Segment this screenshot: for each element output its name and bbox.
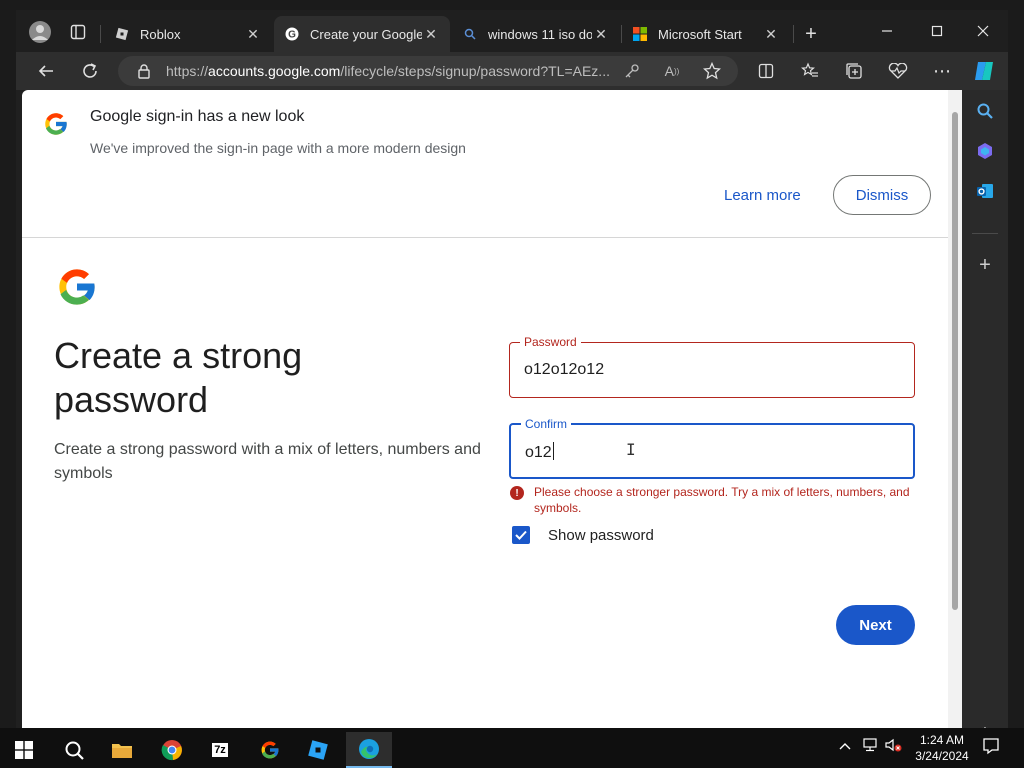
more-icon[interactable]: ⋯ bbox=[928, 57, 956, 85]
page-viewport: Google sign-in has a new look We've impr… bbox=[22, 90, 962, 730]
roblox-studio-icon[interactable] bbox=[300, 732, 336, 768]
page-title: Create a strong password bbox=[54, 335, 303, 420]
tab-windows-iso[interactable]: windows 11 iso dow ✕ bbox=[452, 16, 620, 52]
file-explorer-icon[interactable] bbox=[104, 732, 140, 768]
roblox-favicon-icon bbox=[114, 26, 130, 42]
learn-more-link[interactable]: Learn more bbox=[724, 187, 801, 204]
clock-time: 1:24 AM bbox=[919, 733, 965, 747]
scrollbar[interactable] bbox=[948, 90, 962, 730]
google-logo-icon bbox=[42, 110, 70, 143]
taskbar: 7z 1:24 AM 3/24/2024 bbox=[0, 728, 1024, 768]
ibeam-cursor-icon: I bbox=[626, 440, 636, 459]
network-icon[interactable] bbox=[862, 738, 880, 755]
tab-create-google[interactable]: G Create your Google ✕ bbox=[274, 16, 450, 52]
google-app-icon[interactable] bbox=[252, 732, 288, 768]
read-aloud-icon[interactable]: A)) bbox=[658, 57, 686, 85]
close-tab-icon[interactable]: ✕ bbox=[592, 26, 610, 43]
minimize-icon[interactable] bbox=[864, 16, 910, 46]
tab-title: windows 11 iso dow bbox=[488, 26, 592, 42]
maximize-icon[interactable] bbox=[914, 16, 960, 46]
favorites-icon[interactable] bbox=[796, 57, 824, 85]
scrollbar-thumb[interactable] bbox=[952, 112, 958, 610]
7zip-icon[interactable]: 7z bbox=[202, 732, 238, 768]
copilot-icon[interactable] bbox=[970, 57, 998, 85]
browser-essentials-icon[interactable] bbox=[884, 57, 912, 85]
banner-subtitle: We've improved the sign-in page with a m… bbox=[90, 140, 466, 156]
text-caret bbox=[552, 442, 554, 460]
next-button[interactable]: Next bbox=[836, 605, 915, 645]
show-password-row[interactable]: Show password bbox=[512, 526, 654, 544]
url-path: /lifecycle/steps/signup/password?TL=AEz.… bbox=[340, 63, 610, 79]
confirm-value-wrap: o12 bbox=[525, 442, 554, 462]
search-taskbar-icon[interactable] bbox=[56, 732, 92, 768]
tab-title: Microsoft Start bbox=[658, 26, 742, 42]
close-window-icon[interactable] bbox=[960, 16, 1006, 46]
close-tab-icon[interactable]: ✕ bbox=[422, 26, 440, 43]
new-tab-button[interactable]: + bbox=[797, 20, 825, 48]
url-domain: accounts.google.com bbox=[208, 63, 341, 79]
tab-actions-icon[interactable] bbox=[64, 18, 92, 46]
search-favicon-icon bbox=[462, 26, 478, 42]
lock-icon[interactable] bbox=[130, 57, 158, 85]
split-screen-icon[interactable] bbox=[752, 57, 780, 85]
error-text: Please choose a stronger password. Try a… bbox=[534, 485, 910, 515]
dismiss-button[interactable]: Dismiss bbox=[833, 175, 931, 215]
tab-title: Create your Google bbox=[310, 26, 422, 42]
system-clock[interactable]: 1:24 AM 3/24/2024 bbox=[904, 732, 980, 764]
notifications-icon[interactable] bbox=[982, 737, 1000, 758]
tab-bar: Roblox ✕ G Create your Google ✕ windows … bbox=[16, 10, 1008, 52]
show-password-label: Show password bbox=[548, 526, 654, 544]
url-prefix: https:// bbox=[166, 63, 209, 79]
confirm-label: Confirm bbox=[521, 416, 572, 432]
search-icon[interactable] bbox=[970, 96, 1000, 126]
tab-roblox[interactable]: Roblox ✕ bbox=[104, 16, 272, 52]
favorite-star-icon[interactable] bbox=[698, 57, 726, 85]
show-password-checkbox[interactable] bbox=[512, 526, 530, 544]
tab-separator bbox=[100, 25, 101, 43]
page-description: Create a strong password with a mix of l… bbox=[54, 441, 481, 482]
chrome-icon[interactable] bbox=[154, 732, 190, 768]
close-tab-icon[interactable]: ✕ bbox=[244, 26, 262, 43]
password-label: Password bbox=[520, 334, 581, 350]
clock-date: 3/24/2024 bbox=[915, 749, 969, 763]
new-look-banner: Google sign-in has a new look We've impr… bbox=[22, 90, 948, 238]
back-icon[interactable] bbox=[32, 57, 60, 85]
password-value: o12o12o12 bbox=[524, 361, 605, 378]
copilot-sidebar-icon[interactable] bbox=[970, 136, 1000, 166]
svg-text:G: G bbox=[288, 30, 296, 41]
collections-icon[interactable] bbox=[840, 57, 868, 85]
microsoft-favicon-icon bbox=[632, 26, 648, 42]
browser-window: Roblox ✕ G Create your Google ✕ windows … bbox=[16, 10, 1008, 742]
edge-sidebar: + ⚙ bbox=[962, 90, 1008, 742]
add-icon[interactable]: + bbox=[970, 250, 1000, 280]
close-tab-icon[interactable]: ✕ bbox=[762, 26, 780, 43]
tab-microsoft-start[interactable]: Microsoft Start ✕ bbox=[622, 16, 790, 52]
google-favicon-icon: G bbox=[284, 26, 300, 42]
key-icon[interactable] bbox=[618, 57, 646, 85]
volume-muted-icon[interactable] bbox=[884, 738, 902, 755]
show-hidden-icons-icon[interactable] bbox=[838, 738, 852, 754]
error-icon: ! bbox=[510, 486, 524, 500]
sidebar-divider bbox=[972, 233, 998, 234]
outlook-icon[interactable] bbox=[970, 176, 1000, 206]
tab-title: Roblox bbox=[140, 26, 181, 42]
password-field[interactable]: Password o12o12o12 bbox=[509, 334, 915, 398]
confirm-password-field[interactable]: Confirm o12 bbox=[509, 416, 915, 479]
edge-icon[interactable] bbox=[346, 732, 392, 768]
browser-toolbar: https://accounts.google.com/lifecycle/st… bbox=[16, 52, 1008, 90]
banner-title: Google sign-in has a new look bbox=[90, 108, 305, 125]
profile-icon[interactable] bbox=[26, 18, 54, 46]
confirm-value: o12 bbox=[525, 444, 552, 461]
password-error: ! Please choose a stronger password. Try… bbox=[510, 484, 910, 516]
tab-separator bbox=[793, 25, 794, 43]
windows-start-icon[interactable] bbox=[6, 732, 42, 768]
refresh-icon[interactable] bbox=[76, 57, 104, 85]
google-logo-icon bbox=[54, 264, 100, 315]
